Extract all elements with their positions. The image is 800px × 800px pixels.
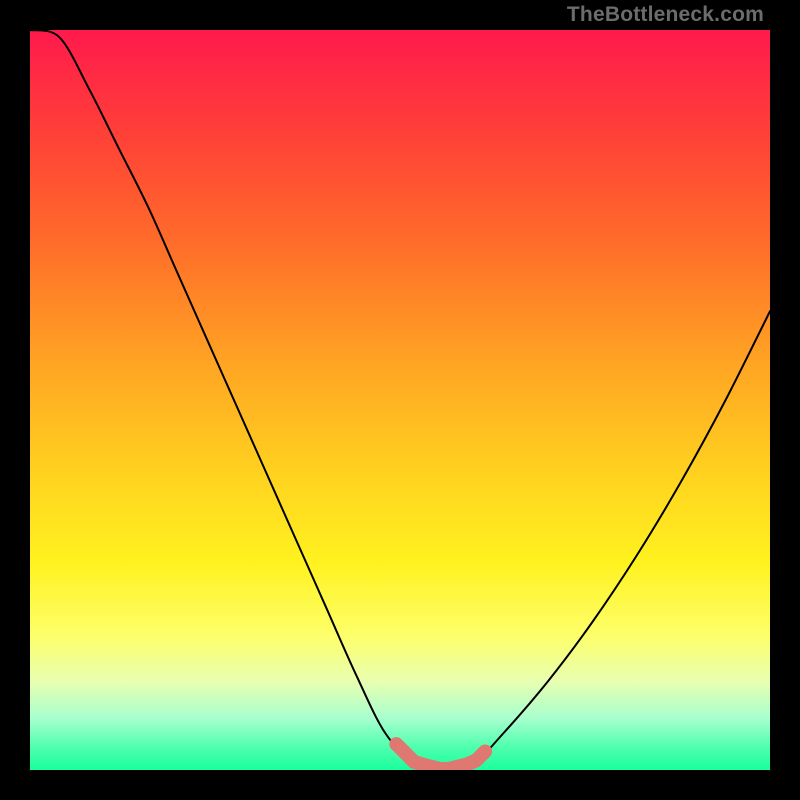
plot-area (30, 30, 770, 770)
minimum-marker (396, 744, 485, 769)
curve-layer (30, 30, 770, 770)
bottleneck-curve (30, 30, 770, 770)
watermark-text: TheBottleneck.com (567, 3, 764, 27)
